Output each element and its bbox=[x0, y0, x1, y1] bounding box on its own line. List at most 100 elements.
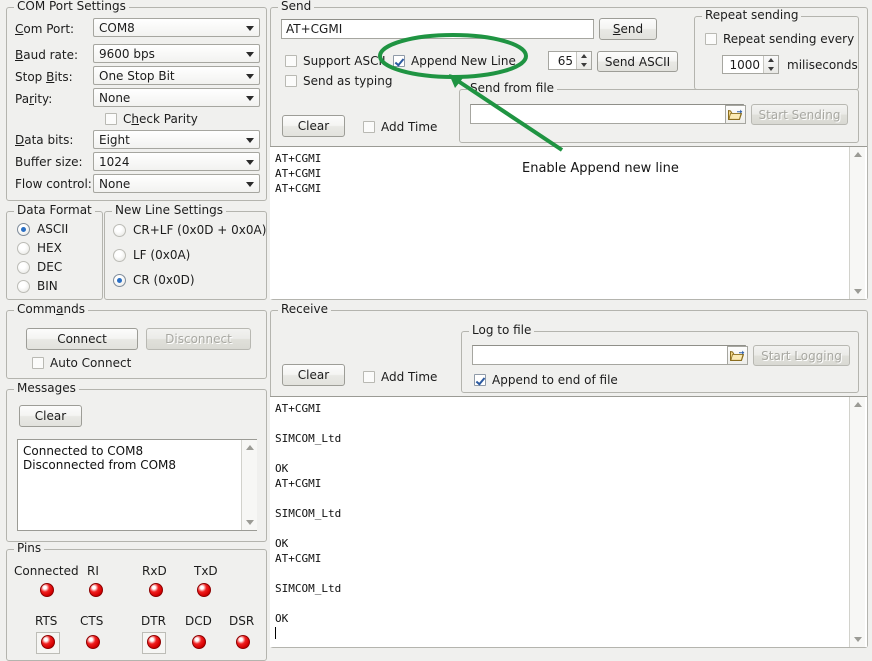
flow-control-label: Flow control: bbox=[15, 177, 92, 191]
send-from-file-path-input[interactable] bbox=[470, 104, 744, 124]
spinner-up-icon[interactable] bbox=[764, 56, 778, 65]
log-to-file-path-input[interactable] bbox=[472, 345, 746, 365]
scroll-up-icon[interactable] bbox=[242, 440, 258, 456]
pin-label-connected: Connected bbox=[14, 564, 79, 578]
auto-connect-checkbox[interactable]: Auto Connect bbox=[32, 356, 131, 370]
repeat-sending-group: Repeat sending Repeat sending every 1000… bbox=[694, 16, 859, 90]
baud-rate-combo[interactable]: 9600 bps bbox=[93, 44, 260, 63]
radio-circle bbox=[17, 242, 30, 255]
send-from-file-group: Send from file Start Sending bbox=[459, 89, 859, 143]
send-log[interactable]: AT+CGMI AT+CGMI AT+CGMI bbox=[270, 146, 867, 299]
radio-circle bbox=[113, 249, 126, 262]
serial-terminal-window: COM Port Settings Com Port: COM8 Baud ra… bbox=[0, 0, 872, 646]
send-command-input[interactable]: AT+CGMI bbox=[281, 19, 594, 39]
send-legend: Send bbox=[278, 0, 314, 13]
com-port-combo[interactable]: COM8 bbox=[93, 18, 260, 37]
messages-clear-button[interactable]: Clear bbox=[19, 405, 82, 427]
new-line-option-lf[interactable]: LF (0x0A) bbox=[113, 248, 190, 262]
pin-led-dcd bbox=[192, 635, 206, 649]
stop-bits-combo[interactable]: One Stop Bit bbox=[93, 66, 260, 85]
spinner-buttons[interactable] bbox=[576, 52, 591, 69]
checkbox-box bbox=[474, 374, 486, 386]
radio-circle bbox=[113, 224, 126, 237]
pin-led-cts bbox=[86, 635, 100, 649]
chevron-down-icon bbox=[246, 52, 254, 57]
buffer-size-label: Buffer size: bbox=[15, 155, 83, 169]
scroll-up-icon[interactable] bbox=[850, 397, 866, 413]
com-port-label: Com Port: bbox=[15, 22, 74, 36]
scroll-down-icon[interactable] bbox=[850, 283, 866, 299]
pin-label-txd: TxD bbox=[194, 564, 218, 578]
data-format-label-ascii: ASCII bbox=[37, 222, 68, 236]
parity-label: Parity: bbox=[15, 92, 52, 106]
stop-bits-value: One Stop Bit bbox=[99, 69, 175, 83]
scroll-down-icon[interactable] bbox=[850, 631, 866, 647]
send-add-time-label: Add Time bbox=[381, 120, 437, 134]
pins-legend: Pins bbox=[14, 542, 44, 555]
pin-led-ri bbox=[89, 583, 103, 597]
pin-led-rxd bbox=[149, 583, 163, 597]
receive-log-text: AT+CGMI SIMCOM_Ltd OK AT+CGMI SIMCOM_Ltd… bbox=[275, 402, 341, 625]
receive-clear-button[interactable]: Clear bbox=[282, 364, 345, 386]
auto-connect-label: Auto Connect bbox=[50, 356, 131, 370]
send-as-typing-checkbox[interactable]: Send as typing bbox=[285, 74, 392, 88]
data-bits-combo[interactable]: Eight bbox=[93, 130, 260, 149]
new-line-option-crlf[interactable]: CR+LF (0x0D + 0x0A) bbox=[113, 223, 266, 237]
spinner-down-icon[interactable] bbox=[764, 65, 778, 74]
spinner-down-icon[interactable] bbox=[577, 61, 591, 70]
log-to-file-browse-button[interactable] bbox=[727, 346, 748, 365]
checkbox-box bbox=[363, 121, 375, 133]
data-format-option-bin[interactable]: BIN bbox=[17, 279, 58, 293]
scroll-up-icon[interactable] bbox=[850, 147, 866, 163]
spinner-up-icon[interactable] bbox=[577, 52, 591, 61]
parity-combo[interactable]: None bbox=[93, 88, 260, 107]
data-format-option-hex[interactable]: HEX bbox=[17, 241, 62, 255]
chevron-down-icon bbox=[246, 138, 254, 143]
repeat-sending-checkbox[interactable]: Repeat sending every bbox=[705, 32, 854, 46]
parity-value: None bbox=[99, 91, 130, 105]
new-line-label-crlf: CR+LF (0x0D + 0x0A) bbox=[133, 223, 266, 237]
data-format-option-dec[interactable]: DEC bbox=[17, 260, 62, 274]
chevron-down-icon bbox=[246, 74, 254, 79]
data-format-option-ascii[interactable]: ASCII bbox=[17, 222, 68, 236]
repeat-interval-spinner[interactable]: 1000 bbox=[722, 55, 779, 74]
ascii-code-spinner[interactable]: 65 bbox=[548, 51, 592, 70]
support-ascii-checkbox[interactable]: Support ASCII bbox=[285, 54, 386, 68]
messages-legend: Messages bbox=[14, 382, 79, 395]
repeat-interval-unit-label: miliseconds bbox=[787, 58, 858, 72]
stop-bits-label: Stop Bits: bbox=[15, 70, 73, 84]
connect-button[interactable]: Connect bbox=[26, 328, 138, 350]
chevron-down-icon bbox=[246, 182, 254, 187]
data-format-label-dec: DEC bbox=[37, 260, 62, 274]
new-line-settings-group: New Line Settings CR+LF (0x0D + 0x0A) LF… bbox=[104, 211, 267, 300]
messages-log[interactable]: Connected to COM8 Disconnected from COM8 bbox=[17, 439, 257, 531]
buffer-size-combo[interactable]: 1024 bbox=[93, 152, 260, 171]
receive-log-scrollbar[interactable] bbox=[849, 397, 865, 647]
data-format-group: Data Format ASCII HEX DEC BIN bbox=[6, 211, 103, 300]
new-line-option-cr[interactable]: CR (0x0D) bbox=[113, 273, 195, 287]
send-log-scrollbar[interactable] bbox=[849, 147, 865, 299]
radio-circle bbox=[17, 280, 30, 293]
send-button[interactable]: Send bbox=[599, 18, 657, 40]
check-parity-label: Check Parity bbox=[123, 112, 198, 126]
checkbox-box bbox=[285, 55, 297, 67]
new-line-label-lf: LF (0x0A) bbox=[133, 248, 190, 262]
send-from-file-browse-button[interactable] bbox=[725, 105, 746, 124]
spinner-buttons[interactable] bbox=[763, 56, 778, 73]
pins-group: Pins Connected RI RxD TxD RTS CTS DTR DC… bbox=[6, 549, 267, 661]
checkbox-box bbox=[32, 357, 44, 369]
send-ascii-button[interactable]: Send ASCII bbox=[597, 51, 678, 72]
receive-add-time-checkbox[interactable]: Add Time bbox=[363, 370, 437, 384]
flow-control-combo[interactable]: None bbox=[93, 174, 260, 193]
scroll-down-icon[interactable] bbox=[242, 514, 258, 530]
messages-scrollbar[interactable] bbox=[241, 440, 257, 530]
append-new-line-checkbox[interactable]: Append New Line bbox=[393, 54, 516, 68]
repeat-sending-legend: Repeat sending bbox=[702, 9, 801, 22]
send-clear-button[interactable]: Clear bbox=[282, 115, 345, 137]
check-parity-checkbox[interactable]: Check Parity bbox=[105, 112, 198, 126]
text-cursor bbox=[275, 627, 276, 639]
append-to-end-checkbox[interactable]: Append to end of file bbox=[474, 373, 618, 387]
receive-log[interactable]: AT+CGMI SIMCOM_Ltd OK AT+CGMI SIMCOM_Ltd… bbox=[270, 396, 867, 647]
log-to-file-legend: Log to file bbox=[469, 324, 534, 337]
send-add-time-checkbox[interactable]: Add Time bbox=[363, 120, 437, 134]
